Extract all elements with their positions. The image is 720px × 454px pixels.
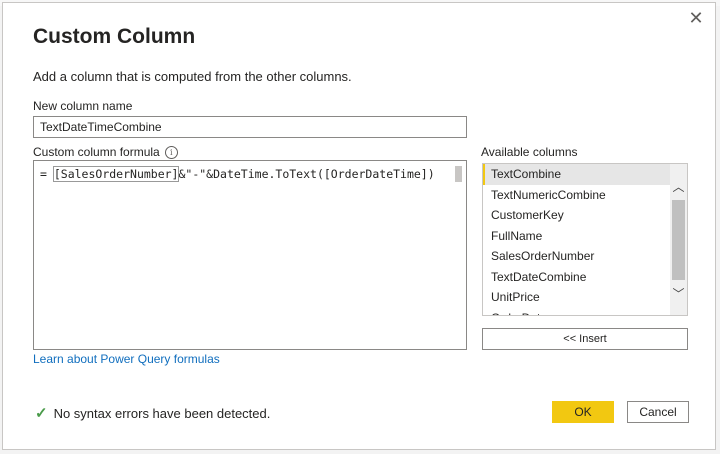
available-columns-items: TextCombine TextNumericCombine CustomerKey… — [483, 164, 687, 316]
new-column-name-input[interactable] — [33, 116, 467, 138]
formula-text: = [SalesOrderNumber]&"-"&DateTime.ToText… — [40, 166, 435, 182]
available-columns-label: Available columns — [481, 145, 578, 159]
ok-button[interactable]: OK — [552, 401, 614, 423]
chevron-down-icon[interactable]: ﹀ — [670, 286, 687, 302]
status-text: No syntax errors have been detected. — [53, 406, 271, 421]
formula-rest: &"-"&DateTime.ToText([OrderDateTime]) — [178, 167, 435, 181]
check-icon: ✓ — [35, 405, 48, 422]
scrollbar-thumb[interactable] — [672, 200, 685, 280]
formula-column-reference: [SalesOrderNumber] — [52, 166, 180, 182]
chevron-up-icon[interactable]: ︿ — [670, 179, 687, 195]
available-column-item[interactable]: FullName — [483, 226, 671, 247]
close-icon[interactable]: ✕ — [687, 9, 705, 27]
formula-editor[interactable]: = [SalesOrderNumber]&"-"&DateTime.ToText… — [33, 160, 467, 350]
cancel-button[interactable]: Cancel — [627, 401, 689, 423]
list-scrollbar[interactable]: ︿ ﹀ — [670, 164, 687, 315]
available-columns-list[interactable]: TextCombine TextNumericCombine CustomerKey… — [482, 163, 688, 316]
formula-prefix: = — [40, 167, 54, 181]
available-column-item[interactable]: TextDateCombine — [483, 267, 671, 288]
available-column-item[interactable]: SalesOrderNumber — [483, 246, 671, 267]
formula-scrollbar[interactable] — [455, 166, 462, 182]
insert-button[interactable]: << Insert — [482, 328, 688, 350]
syntax-status: ✓ No syntax errors have been detected. — [35, 404, 270, 422]
dialog-subtitle: Add a column that is computed from the o… — [33, 69, 352, 84]
info-icon[interactable]: i — [164, 146, 178, 160]
formula-label: Custom column formula — [33, 145, 160, 159]
formula-label-row: Custom column formula i — [33, 145, 178, 160]
available-column-item[interactable]: UnitPrice — [483, 287, 671, 308]
custom-column-dialog: ✕ Custom Column Add a column that is com… — [2, 2, 716, 450]
available-column-item[interactable]: TextCombine — [483, 164, 671, 185]
learn-power-query-link[interactable]: Learn about Power Query formulas — [33, 352, 220, 366]
available-column-item[interactable]: TextNumericCombine — [483, 185, 671, 206]
available-column-item[interactable]: CustomerKey — [483, 205, 671, 226]
dialog-title: Custom Column — [33, 25, 196, 48]
new-column-name-label: New column name — [33, 99, 133, 113]
available-column-item[interactable]: OrderDate — [483, 308, 671, 316]
